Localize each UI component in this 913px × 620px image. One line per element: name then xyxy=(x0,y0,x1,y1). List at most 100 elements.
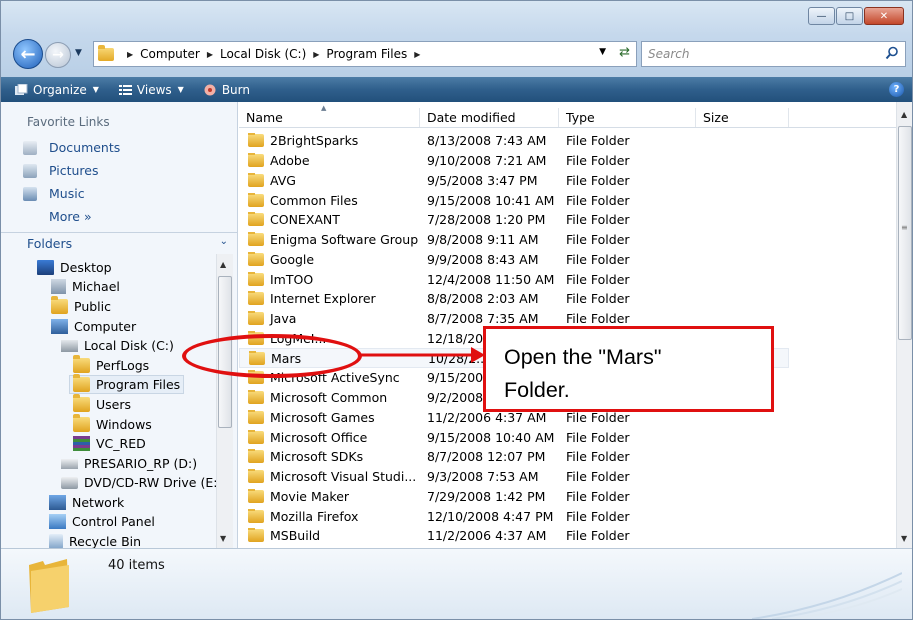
table-row[interactable]: Microsoft Visual Studi... 9/3/2008 7:53 A… xyxy=(239,467,696,487)
tree-item-network[interactable]: Network xyxy=(49,493,124,512)
tree-item-label: Network xyxy=(72,495,125,510)
table-row[interactable]: CONEXANT 7/28/2008 1:20 PM File Folder xyxy=(239,210,696,230)
table-row[interactable]: AVG 9/5/2008 3:47 PM File Folder xyxy=(239,171,696,191)
organize-button[interactable]: Organize ▼ xyxy=(1,83,109,97)
file-name: Mars xyxy=(240,350,421,366)
tree-item-windows[interactable]: Windows xyxy=(73,414,152,434)
search-icon[interactable] xyxy=(885,46,899,60)
chevron-right-icon[interactable]: ▶ xyxy=(207,50,213,59)
details-pane: 40 items xyxy=(1,548,912,619)
forward-button[interactable]: → xyxy=(45,42,71,68)
chevron-down-icon: ⌄ xyxy=(219,236,228,247)
tree-item-michael[interactable]: Michael xyxy=(51,277,120,296)
favorite-documents[interactable]: Documents xyxy=(23,140,120,155)
tree-item-program-files[interactable]: Program Files xyxy=(69,374,185,394)
file-name: LogMeI... xyxy=(239,330,420,346)
folder-icon xyxy=(248,429,264,444)
help-icon[interactable]: ? xyxy=(889,82,904,97)
tree-item-perflogs[interactable]: PerfLogs xyxy=(73,355,150,375)
tree-item-computer[interactable]: Computer xyxy=(51,317,136,336)
file-date: 7/29/2008 1:42 PM xyxy=(427,488,546,504)
file-date: 9/15/2008 10:40 AM xyxy=(427,429,555,445)
item-count: 40 items xyxy=(108,558,165,573)
column-name[interactable]: ▲ Name xyxy=(239,104,420,127)
scroll-down-icon[interactable]: ▼ xyxy=(901,534,907,543)
folder-icon xyxy=(248,330,264,345)
burn-button[interactable]: Burn xyxy=(194,83,260,97)
breadcrumb-computer[interactable]: Computer xyxy=(140,47,200,61)
table-row[interactable]: Movie Maker 7/29/2008 1:42 PM File Folder xyxy=(239,487,696,507)
scroll-down-icon[interactable]: ▼ xyxy=(220,534,226,543)
more-links[interactable]: More » xyxy=(49,209,92,224)
column-size[interactable]: Size xyxy=(696,108,789,127)
scroll-thumb[interactable] xyxy=(898,126,912,340)
file-name-label: Microsoft Office xyxy=(270,429,368,445)
table-row[interactable]: Microsoft Office 9/15/2008 10:40 AM File F… xyxy=(239,427,696,447)
minimize-button[interactable]: — xyxy=(808,7,835,25)
table-row[interactable]: MSBuild 11/2/2006 4:37 AM File Folder xyxy=(239,526,696,546)
column-date-modified[interactable]: Date modified xyxy=(420,108,559,127)
file-name-label: Microsoft Visual Studi... xyxy=(270,469,417,485)
file-list-scrollbar[interactable]: ▲ ≡ ▼ xyxy=(896,102,912,548)
search-input[interactable]: Search xyxy=(641,41,906,67)
chevron-right-icon[interactable]: ▶ xyxy=(127,50,133,59)
views-button[interactable]: Views ▼ xyxy=(109,83,194,97)
file-date: 12/4/2008 11:50 AM xyxy=(427,271,555,287)
tree-item-label: Control Panel xyxy=(72,514,155,529)
tree-item-recycle-bin[interactable]: Recycle Bin xyxy=(49,532,141,548)
tree-item-label: PerfLogs xyxy=(96,358,150,373)
favorite-pictures[interactable]: Pictures xyxy=(23,163,99,178)
desktop-icon xyxy=(37,260,54,275)
close-button[interactable]: ✕ xyxy=(864,7,904,25)
column-type[interactable]: Type xyxy=(559,108,696,127)
file-type: File Folder xyxy=(566,508,630,524)
recent-pages-dropdown[interactable]: ▼ xyxy=(75,48,82,58)
table-row[interactable]: Mozilla Firefox 12/10/2008 4:47 PM File Fo… xyxy=(239,506,696,526)
breadcrumb-program-files[interactable]: Program Files xyxy=(326,47,407,61)
annotation-line-2: Folder. xyxy=(504,378,570,402)
chevron-down-icon: ▼ xyxy=(177,85,184,94)
chevron-right-icon[interactable]: ▶ xyxy=(414,50,420,59)
folders-header[interactable]: Folders ⌄ xyxy=(1,232,238,254)
tree-item-users[interactable]: Users xyxy=(73,394,131,414)
table-row[interactable]: Common Files 9/15/2008 10:41 AM File Folde… xyxy=(239,190,696,210)
file-name-label: Java xyxy=(270,311,297,327)
breadcrumb-local-disk[interactable]: Local Disk (C:) xyxy=(220,47,306,61)
tree-item-public[interactable]: Public xyxy=(51,296,111,316)
file-date: 8/8/2008 2:03 AM xyxy=(427,291,539,307)
table-row[interactable]: Enigma Software Group 9/8/2008 9:11 AM Fil… xyxy=(239,230,696,250)
folder-tree-scrollbar[interactable]: ▲ ▼ xyxy=(216,254,233,548)
tree-item-dvd-drive[interactable]: DVD/CD-RW Drive (E: xyxy=(61,473,216,492)
table-row[interactable]: 2BrightSparks 8/13/2008 7:43 AM File Folde… xyxy=(239,131,696,151)
file-type: File Folder xyxy=(566,449,630,465)
tree-item-label: Public xyxy=(74,299,111,314)
file-name-label: Common Files xyxy=(270,192,358,208)
table-row[interactable]: Microsoft SDKs 8/7/2008 12:07 PM File Fold… xyxy=(239,447,696,467)
tree-item-vc-red[interactable]: VC_RED xyxy=(73,434,146,453)
favorite-music[interactable]: Music xyxy=(23,186,85,201)
scroll-up-icon[interactable]: ▲ xyxy=(220,260,226,269)
file-name: ImTOO xyxy=(239,271,420,287)
tree-item-local-disk[interactable]: Local Disk (C:) xyxy=(61,336,174,355)
documents-icon xyxy=(23,140,37,155)
scroll-thumb[interactable] xyxy=(218,276,232,428)
scroll-up-icon[interactable]: ▲ xyxy=(901,110,907,119)
address-bar[interactable]: ▶ Computer ▶ Local Disk (C:) ▶ Program F… xyxy=(93,41,637,67)
address-dropdown[interactable]: ▼ xyxy=(599,47,606,57)
file-type: File Folder xyxy=(566,291,630,307)
tree-item-label: Computer xyxy=(74,319,137,334)
folder-icon xyxy=(248,528,264,543)
tree-item-desktop[interactable]: Desktop xyxy=(37,258,112,277)
table-row[interactable]: ImTOO 12/4/2008 11:50 AM File Folder xyxy=(239,269,696,289)
refresh-icon[interactable]: ⇄ xyxy=(619,45,630,60)
table-row[interactable]: Internet Explorer 8/8/2008 2:03 AM File Fo… xyxy=(239,289,696,309)
file-name: Mozilla Firefox xyxy=(239,508,420,524)
annotation-line-1: Open the "Mars" xyxy=(504,345,662,369)
chevron-right-icon[interactable]: ▶ xyxy=(313,50,319,59)
table-row[interactable]: Google 9/9/2008 8:43 AM File Folder xyxy=(239,250,696,270)
table-row[interactable]: Adobe 9/10/2008 7:21 AM File Folder xyxy=(239,151,696,171)
tree-item-control-panel[interactable]: Control Panel xyxy=(49,512,155,531)
maximize-button[interactable]: □ xyxy=(836,7,863,25)
back-button[interactable]: ← xyxy=(13,39,43,69)
tree-item-presario-rp[interactable]: PRESARIO_RP (D:) xyxy=(61,454,197,473)
